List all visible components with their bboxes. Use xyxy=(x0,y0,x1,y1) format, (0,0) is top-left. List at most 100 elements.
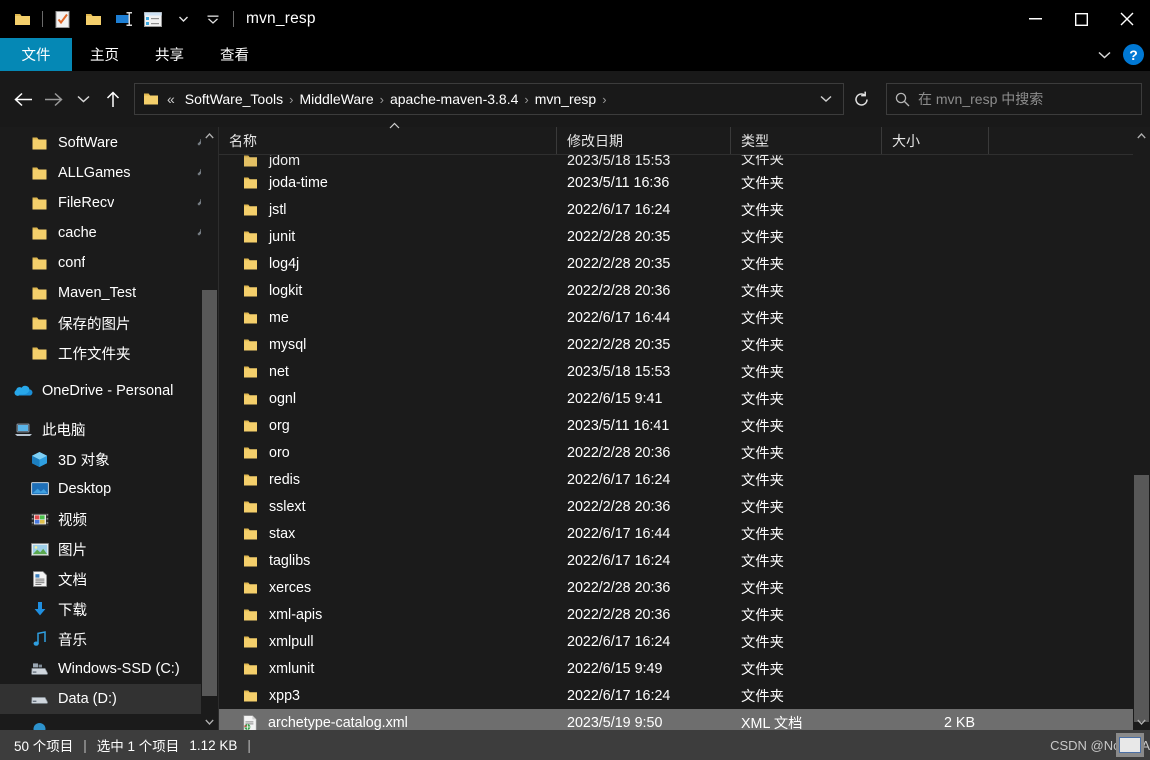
table-row[interactable]: logkit 2022/2/28 20:36 文件夹 xyxy=(219,277,1150,304)
sidebar-item-conf[interactable]: conf xyxy=(0,248,218,278)
address-bar[interactable]: « SoftWare_Tools › MiddleWare › apache-m… xyxy=(134,83,844,115)
sidebar-item-downloads[interactable]: 下载 xyxy=(0,594,218,624)
table-row[interactable]: me 2022/6/17 16:44 文件夹 xyxy=(219,304,1150,331)
file-explorer-window: mvn_resp 文件 主页 共享 查看 ? « SoftWare_Tools … xyxy=(0,0,1150,760)
table-row[interactable]: xmlpull 2022/6/17 16:24 文件夹 xyxy=(219,628,1150,655)
table-row[interactable]: net 2023/5/18 15:53 文件夹 xyxy=(219,358,1150,385)
column-header-date[interactable]: 修改日期 xyxy=(557,127,731,154)
sidebar-item-cache[interactable]: cache xyxy=(0,218,218,248)
sidebar-item-label: 此电脑 xyxy=(42,422,86,439)
file-list-scrollbar-thumb[interactable] xyxy=(1134,475,1149,722)
sidebar-scrollbar-thumb[interactable] xyxy=(202,290,217,696)
chevron-down-icon[interactable] xyxy=(169,4,197,34)
sidebar-item-software[interactable]: SoftWare xyxy=(0,128,218,158)
table-row[interactable]: xml-apis 2022/2/28 20:36 文件夹 xyxy=(219,601,1150,628)
breadcrumb-chevron-icon[interactable]: › xyxy=(287,92,295,107)
details-icon[interactable] xyxy=(139,4,167,34)
sidebar-scrollbar[interactable] xyxy=(201,127,218,730)
table-row[interactable]: taglibs 2022/6/17 16:24 文件夹 xyxy=(219,547,1150,574)
forward-button[interactable] xyxy=(38,83,68,115)
help-button[interactable]: ? xyxy=(1123,44,1144,65)
table-row[interactable]: mysql 2022/2/28 20:35 文件夹 xyxy=(219,331,1150,358)
sidebar-item-filerecv[interactable]: FileRecv xyxy=(0,188,218,218)
sidebar-item-maven-test[interactable]: Maven_Test xyxy=(0,278,218,308)
watermark-badge-icon xyxy=(1116,733,1144,757)
column-header-type[interactable]: 类型 xyxy=(731,127,882,154)
table-row[interactable]: xmlunit 2022/6/15 9:49 文件夹 xyxy=(219,655,1150,682)
sidebar-item-music[interactable]: 音乐 xyxy=(0,624,218,654)
folder-icon[interactable] xyxy=(8,4,36,34)
maximize-button[interactable] xyxy=(1058,0,1104,38)
sidebar-item-data-d[interactable]: Data (D:) xyxy=(0,684,218,714)
table-row[interactable]: joda-time 2023/5/11 16:36 文件夹 xyxy=(219,169,1150,196)
column-header-size-label: 大小 xyxy=(892,132,920,149)
sidebar-item-videos[interactable]: 视频 xyxy=(0,504,218,534)
table-row[interactable]: org 2023/5/11 16:41 文件夹 xyxy=(219,412,1150,439)
sidebar-item-allgames[interactable]: ALLGames xyxy=(0,158,218,188)
sidebar-item-label: cache xyxy=(58,225,97,241)
folder-icon xyxy=(243,392,258,406)
table-row[interactable]: oro 2022/2/28 20:36 文件夹 xyxy=(219,439,1150,466)
table-row[interactable]: jstl 2022/6/17 16:24 文件夹 xyxy=(219,196,1150,223)
tab-file[interactable]: 文件 xyxy=(0,38,72,71)
nav-group-gap xyxy=(0,406,218,414)
sidebar-item-windows-ssd[interactable]: Windows-SSD (C:) xyxy=(0,654,218,684)
scroll-down-icon[interactable] xyxy=(1133,713,1150,730)
breadcrumb-item-softwaretools[interactable]: SoftWare_Tools xyxy=(181,91,287,107)
table-row[interactable]: archetype-catalog.xml 2023/5/19 9:50 XML… xyxy=(219,709,1150,730)
tab-view[interactable]: 查看 xyxy=(202,38,267,71)
rename-icon[interactable] xyxy=(109,4,137,34)
sidebar-item-pictures[interactable]: 图片 xyxy=(0,534,218,564)
sidebar-item-onedrive[interactable]: OneDrive - Personal xyxy=(0,376,218,406)
table-row[interactable]: redis 2022/6/17 16:24 文件夹 xyxy=(219,466,1150,493)
sidebar-item-documents[interactable]: 文档 xyxy=(0,564,218,594)
table-row[interactable]: xerces 2022/2/28 20:36 文件夹 xyxy=(219,574,1150,601)
search-input[interactable]: 在 mvn_resp 中搜索 xyxy=(918,89,1043,109)
breadcrumb-item-mvn-resp[interactable]: mvn_resp xyxy=(531,91,600,107)
tab-share[interactable]: 共享 xyxy=(137,38,202,71)
scroll-down-icon[interactable] xyxy=(201,713,218,730)
breadcrumb-overflow[interactable]: « xyxy=(163,91,181,107)
table-row[interactable]: junit 2022/2/28 20:35 文件夹 xyxy=(219,223,1150,250)
table-row[interactable]: stax 2022/6/17 16:44 文件夹 xyxy=(219,520,1150,547)
address-dropdown-icon[interactable] xyxy=(813,84,839,114)
recent-locations-icon[interactable] xyxy=(68,83,98,115)
refresh-button[interactable] xyxy=(844,83,878,115)
breadcrumb-chevron-icon[interactable]: › xyxy=(600,92,608,107)
sidebar-item-3d-objects[interactable]: 3D 对象 xyxy=(0,444,218,474)
sidebar-item-desktop[interactable]: Desktop xyxy=(0,474,218,504)
cell-type: 文件夹 xyxy=(741,446,784,462)
sidebar-item-network[interactable] xyxy=(0,714,218,730)
sidebar-item-work-folder[interactable]: 工作文件夹 xyxy=(0,338,218,368)
sidebar-item-label: 下载 xyxy=(58,602,87,619)
scroll-up-icon[interactable] xyxy=(1133,127,1150,144)
tab-home[interactable]: 主页 xyxy=(72,38,137,71)
scroll-up-icon[interactable] xyxy=(201,127,218,144)
chevron-down-icon[interactable] xyxy=(1098,46,1111,64)
sidebar-item-this-pc[interactable]: 此电脑 xyxy=(0,414,218,444)
sidebar-item-label: 3D 对象 xyxy=(58,452,110,469)
close-button[interactable] xyxy=(1104,0,1150,38)
table-row[interactable]: log4j 2022/2/28 20:35 文件夹 xyxy=(219,250,1150,277)
column-header-name[interactable]: 名称 xyxy=(219,122,557,154)
search-box[interactable]: 在 mvn_resp 中搜索 xyxy=(886,83,1142,115)
folder-icon xyxy=(30,194,49,213)
breadcrumb-item-middleware[interactable]: MiddleWare xyxy=(295,91,377,107)
column-header-size[interactable]: 大小 xyxy=(882,127,989,154)
table-row[interactable]: sslext 2022/2/28 20:36 文件夹 xyxy=(219,493,1150,520)
table-row[interactable]: xpp3 2022/6/17 16:24 文件夹 xyxy=(219,682,1150,709)
table-row[interactable]: jdom 2023/5/18 15:53 文件夹 xyxy=(219,155,1150,169)
breadcrumb-chevron-icon[interactable]: › xyxy=(378,92,386,107)
breadcrumb-chevron-icon[interactable]: › xyxy=(522,92,530,107)
properties-icon[interactable] xyxy=(49,4,77,34)
breadcrumb-item-apache-maven[interactable]: apache-maven-3.8.4 xyxy=(386,91,522,107)
minimize-button[interactable] xyxy=(1012,0,1058,38)
cell-type: 文件夹 xyxy=(741,284,784,300)
up-button[interactable] xyxy=(98,83,128,115)
new-folder-icon[interactable] xyxy=(79,4,107,34)
table-row[interactable]: ognl 2022/6/15 9:41 文件夹 xyxy=(219,385,1150,412)
file-list-scrollbar[interactable] xyxy=(1133,127,1150,730)
back-button[interactable] xyxy=(8,83,38,115)
sidebar-item-saved-pictures[interactable]: 保存的图片 xyxy=(0,308,218,338)
qat-customize-icon[interactable] xyxy=(199,4,227,34)
